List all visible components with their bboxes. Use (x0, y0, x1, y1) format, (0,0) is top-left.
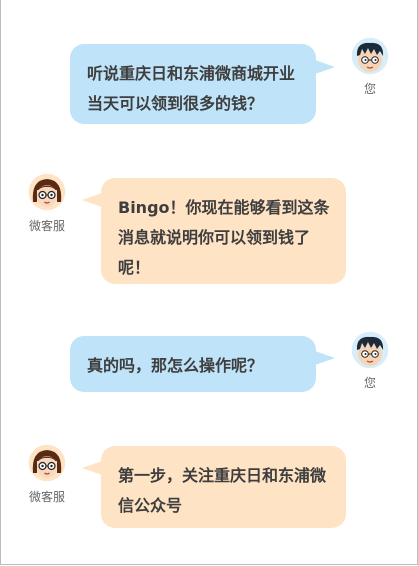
boy-avatar-icon[interactable] (350, 330, 390, 370)
message-text: Bingo！你现在能够看到这条消息就说明你可以领到钱了呢！ (118, 198, 330, 277)
user-bubble: 听说重庆日和东浦微商城开业当天可以领到很多的钱？ (70, 44, 316, 124)
sender-name: 微客服 (28, 490, 65, 504)
service-bubble: 第一步，关注重庆日和东浦微信公众号 (101, 446, 346, 528)
bubble-tail (82, 461, 102, 475)
sender-name: 微客服 (28, 219, 65, 233)
bubble-tail (315, 351, 335, 365)
girl-avatar-icon[interactable] (27, 443, 67, 483)
bubble-tail (315, 60, 335, 74)
message-text: 第一步，关注重庆日和东浦微信公众号 (118, 466, 327, 515)
bubble-tail (82, 193, 102, 207)
boy-avatar-icon[interactable] (350, 36, 390, 76)
girl-avatar-icon[interactable] (27, 172, 67, 212)
user-bubble: 真的吗，那怎么操作呢？ (70, 336, 316, 392)
sender-name: 您 (363, 82, 376, 96)
service-bubble: Bingo！你现在能够看到这条消息就说明你可以领到钱了呢！ (101, 178, 346, 284)
sender-name: 您 (363, 376, 376, 390)
message-text: 真的吗，那怎么操作呢？ (87, 356, 264, 375)
message-text: 听说重庆日和东浦微商城开业当天可以领到很多的钱？ (87, 64, 296, 113)
